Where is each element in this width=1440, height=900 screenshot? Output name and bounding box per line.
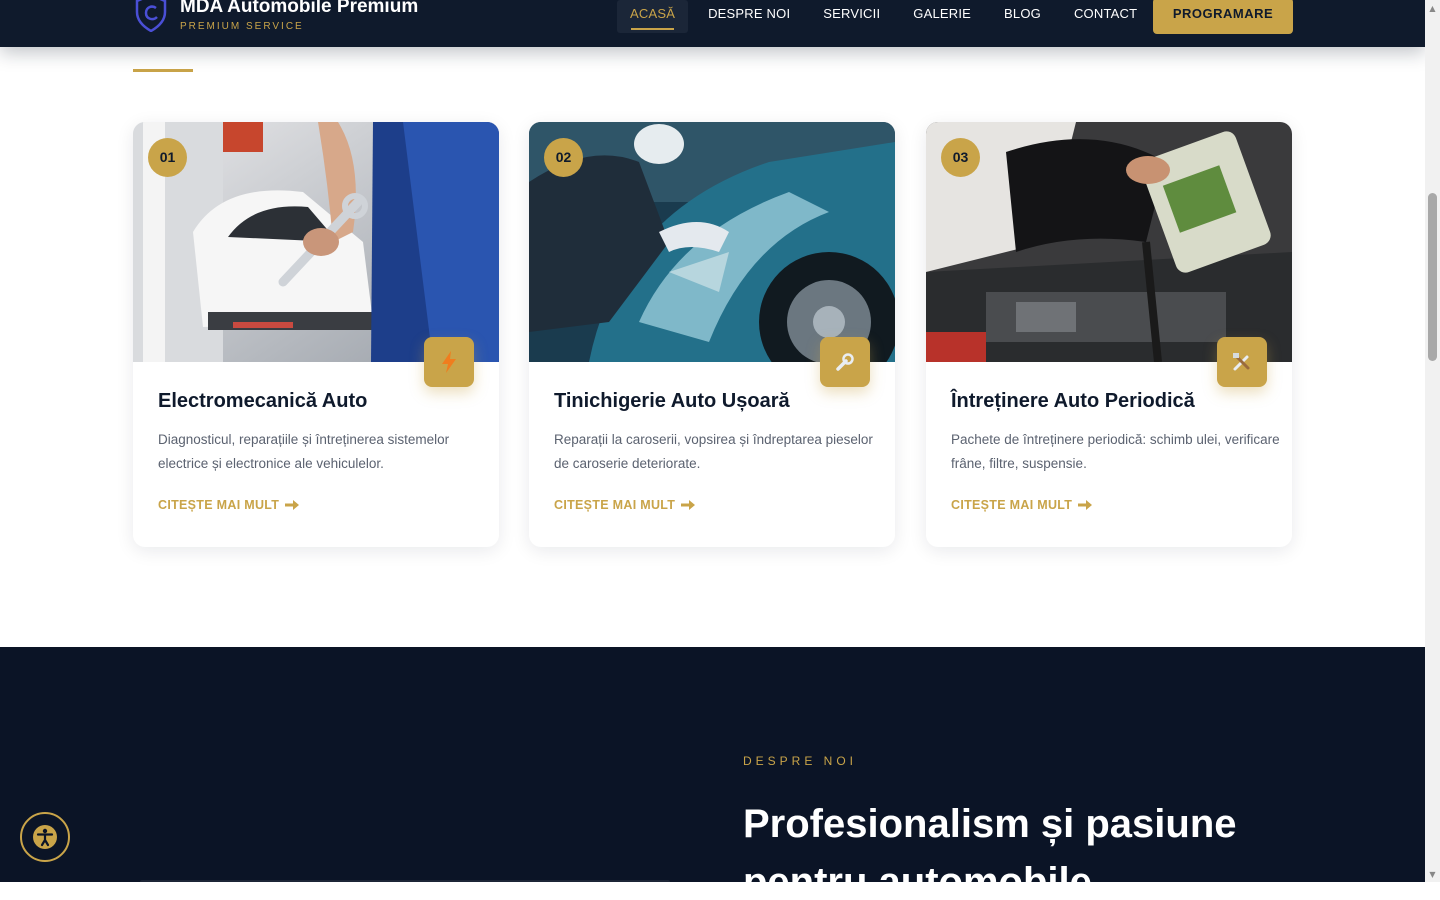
section-divider: [133, 69, 193, 72]
service-image-oil-change: [926, 122, 1292, 362]
card-description: Diagnosticul, reparațiile și întreținere…: [158, 432, 450, 471]
window-bottom-edge: [0, 882, 1440, 900]
read-more-label: CITEȘTE MAI MULT: [554, 498, 676, 512]
card-title[interactable]: Tinichigerie Auto Ușoară: [554, 390, 790, 413]
card-description: Pachete de întreținere periodică: schimb…: [951, 432, 1280, 471]
arrow-right-icon: [681, 500, 696, 510]
card-number-badge: 02: [544, 138, 583, 177]
card-title[interactable]: Întreținere Auto Periodică: [951, 390, 1195, 413]
lightning-icon: [424, 337, 474, 387]
card-title[interactable]: Electromecanică Auto: [158, 390, 367, 413]
card-number-badge: 03: [941, 138, 980, 177]
nav-item-contact[interactable]: CONTACT: [1061, 0, 1150, 33]
wrench-icon: [820, 337, 870, 387]
read-more-label: CITEȘTE MAI MULT: [951, 498, 1073, 512]
programare-button[interactable]: PROGRAMARE: [1153, 0, 1293, 34]
main-nav: ACASĂ DESPRE NOI SERVICII GALERIE BLOG C…: [617, 0, 1157, 33]
read-more-label: CITEȘTE MAI MULT: [158, 498, 280, 512]
nav-item-blog[interactable]: BLOG: [991, 0, 1054, 33]
brand-name[interactable]: MDA Automobile Premium: [180, 0, 418, 18]
service-card-electromecanica[interactable]: 01 Electromecanică Auto Diagnosticul, re…: [133, 122, 499, 547]
page-viewport: MDA Automobile Premium PREMIUM SERVICE A…: [0, 0, 1425, 882]
brand-tagline: PREMIUM SERVICE: [180, 21, 304, 32]
nav-item-galerie[interactable]: GALERIE: [900, 0, 984, 33]
arrow-right-icon: [285, 500, 300, 510]
accessibility-button[interactable]: [20, 812, 70, 862]
about-section: DESPRE NOI Profesionalism și pasiune pen…: [0, 647, 1425, 882]
accessibility-icon: [33, 825, 57, 849]
card-description: Reparații la caroserii, vopsirea și îndr…: [554, 432, 873, 471]
vertical-scrollbar[interactable]: ▲ ▼: [1425, 0, 1440, 882]
shield-logo-icon[interactable]: [134, 0, 168, 32]
site-header: MDA Automobile Premium PREMIUM SERVICE A…: [0, 0, 1425, 47]
scroll-up-arrow-icon[interactable]: ▲: [1425, 0, 1440, 16]
nav-item-acasa[interactable]: ACASĂ: [617, 0, 689, 33]
nav-item-servicii[interactable]: SERVICII: [810, 0, 893, 33]
nav-item-despre-noi[interactable]: DESPRE NOI: [695, 0, 803, 33]
service-image-mechanic: [133, 122, 499, 362]
scroll-down-arrow-icon[interactable]: ▼: [1425, 866, 1440, 882]
tools-icon: [1217, 337, 1267, 387]
card-number-badge: 01: [148, 138, 187, 177]
service-card-intretinere[interactable]: 03 Întreținere Auto Periodică Pachete de…: [926, 122, 1292, 547]
about-kicker: DESPRE NOI: [743, 754, 858, 768]
about-title: Profesionalism și pasiune pentru automob…: [743, 802, 1237, 882]
read-more-link[interactable]: CITEȘTE MAI MULT: [951, 498, 1093, 512]
arrow-right-icon: [1078, 500, 1093, 510]
service-image-bodywork: [529, 122, 895, 362]
read-more-link[interactable]: CITEȘTE MAI MULT: [554, 498, 696, 512]
scrollbar-thumb[interactable]: [1428, 193, 1437, 361]
read-more-link[interactable]: CITEȘTE MAI MULT: [158, 498, 300, 512]
service-card-tinichigerie[interactable]: 02 Tinichigerie Auto Ușoară Reparații la…: [529, 122, 895, 547]
